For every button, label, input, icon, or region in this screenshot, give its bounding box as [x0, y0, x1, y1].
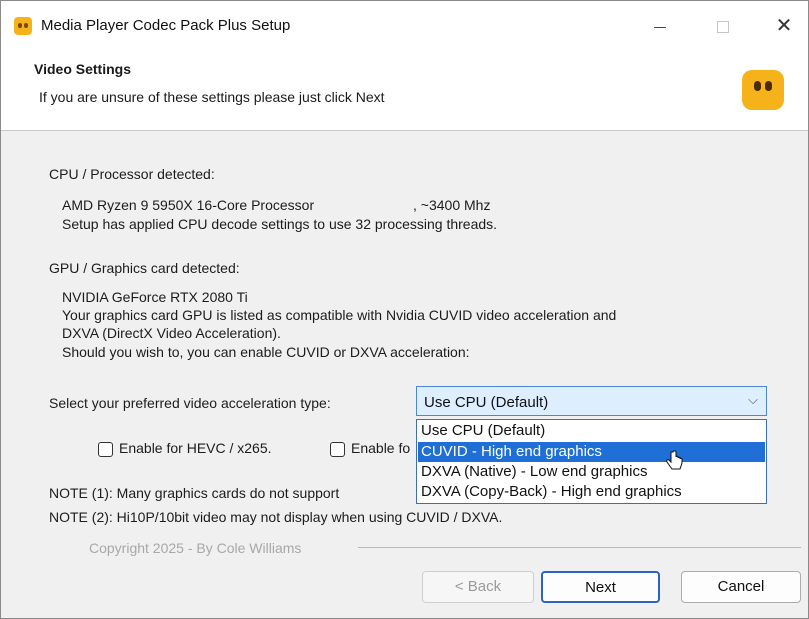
next-button[interactable]: Next	[541, 571, 660, 603]
acceleration-select[interactable]: Use CPU (Default) ⌵	[416, 386, 767, 416]
chevron-down-icon: ⌵	[748, 392, 758, 407]
acceleration-label: Select your preferred video acceleration…	[49, 395, 331, 411]
hevc-label[interactable]: Enable for HEVC / x265.	[119, 440, 272, 456]
note-1: NOTE (1): Many graphics cards do not sup…	[49, 485, 340, 501]
gpu-name: NVIDIA GeForce RTX 2080 Ti	[62, 289, 248, 305]
footer-divider	[358, 547, 801, 548]
second-checkbox[interactable]	[330, 442, 345, 457]
hand-cursor-icon	[666, 450, 683, 470]
select-value: Use CPU (Default)	[424, 394, 549, 411]
cpu-speed: , ~3400 Mhz	[413, 197, 491, 213]
codec-logo-icon	[742, 70, 784, 110]
back-button[interactable]: < Back	[422, 571, 534, 603]
option-dxva-native[interactable]: DXVA (Native) - Low end graphics	[418, 462, 765, 482]
close-icon[interactable]: ✕	[761, 7, 807, 45]
wizard-header: Video Settings If you are unsure of thes…	[1, 51, 808, 131]
cpu-label: CPU / Processor detected:	[49, 166, 215, 182]
gpu-line2: DXVA (DirectX Video Acceleration).	[62, 325, 281, 341]
minimize-icon[interactable]	[637, 7, 683, 45]
setup-window: Media Player Codec Pack Plus Setup ✕ Vid…	[0, 0, 809, 619]
window-title: Media Player Codec Pack Plus Setup	[41, 17, 291, 34]
gpu-label: GPU / Graphics card detected:	[49, 260, 240, 276]
cancel-button[interactable]: Cancel	[681, 571, 801, 603]
title-bar[interactable]: Media Player Codec Pack Plus Setup ✕	[1, 1, 808, 51]
page-title: Video Settings	[34, 61, 131, 77]
cpu-note: Setup has applied CPU decode settings to…	[62, 216, 498, 232]
maximize-icon[interactable]	[700, 7, 746, 45]
hevc-checkbox[interactable]	[98, 442, 113, 457]
option-use-cpu[interactable]: Use CPU (Default)	[418, 421, 765, 441]
copyright-text: Copyright 2025 - By Cole Williams	[89, 540, 302, 556]
second-checkbox-label[interactable]: Enable fo	[351, 440, 410, 456]
gpu-line3: Should you wish to, you can enable CUVID…	[62, 344, 470, 360]
note-2: NOTE (2): Hi10P/10bit video may not disp…	[49, 509, 503, 525]
gpu-line1: Your graphics card GPU is listed as comp…	[62, 307, 617, 323]
cpu-name: AMD Ryzen 9 5950X 16-Core Processor	[62, 197, 315, 213]
page-subtitle: If you are unsure of these settings plea…	[39, 89, 385, 105]
option-cuvid[interactable]: CUVID - High end graphics	[418, 442, 765, 462]
acceleration-dropdown-list[interactable]: Use CPU (Default) CUVID - High end graph…	[416, 419, 767, 504]
app-icon	[14, 17, 32, 35]
option-dxva-copyback[interactable]: DXVA (Copy-Back) - High end graphics	[418, 482, 765, 502]
